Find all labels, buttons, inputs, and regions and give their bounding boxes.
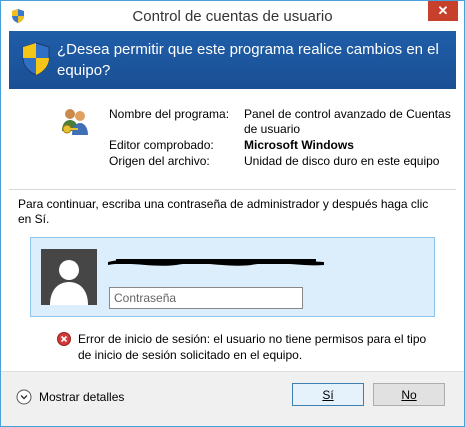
question-banner: ¿Desea permitir que este programa realic…: [9, 31, 456, 89]
publisher-row: Editor comprobado: Microsoft Windows: [109, 138, 449, 153]
uac-dialog: Control de cuentas de usuario ✕ ¿Desea p…: [0, 0, 465, 427]
file-origin-value: Unidad de disco duro en este equipo: [244, 154, 440, 168]
title-bar[interactable]: Control de cuentas de usuario ✕: [1, 1, 464, 31]
credential-tile[interactable]: [30, 237, 435, 317]
yes-button[interactable]: Sí: [292, 383, 364, 406]
close-icon: ✕: [437, 3, 449, 18]
program-name-label: Nombre del programa:: [109, 107, 230, 121]
instruction-text: Para continuar, escriba una contraseña d…: [18, 197, 429, 226]
no-button-label: No: [401, 387, 417, 402]
show-details-toggle[interactable]: Mostrar detalles: [16, 388, 124, 406]
divider: [9, 189, 456, 190]
yes-button-label: Sí: [322, 387, 334, 402]
user-avatar-icon: [41, 249, 97, 305]
uac-shield-icon: [22, 42, 50, 76]
show-details-label: Mostrar detalles: [39, 390, 125, 404]
publisher-label: Editor comprobado:: [109, 138, 214, 152]
password-input[interactable]: [109, 287, 303, 309]
redacted-username: [108, 258, 324, 266]
error-icon: [57, 332, 71, 346]
consent-question: ¿Desea permitir que este programa realic…: [57, 41, 439, 79]
program-name-value: Panel de control avanzado de Cuentas de …: [244, 107, 451, 136]
program-info: Nombre del programa: Panel de control av…: [9, 89, 456, 189]
publisher-value: Microsoft Windows: [244, 138, 354, 152]
dialog-footer: Mostrar detalles Sí No: [1, 371, 464, 426]
file-origin-row: Origen del archivo: Unidad de disco duro…: [109, 154, 449, 169]
window-title: Control de cuentas de usuario: [132, 8, 333, 25]
chevron-circle-down-icon: [16, 389, 32, 405]
close-button[interactable]: ✕: [428, 1, 458, 21]
file-origin-label: Origen del archivo:: [109, 154, 210, 168]
no-button[interactable]: No: [373, 383, 445, 406]
program-name-row: Nombre del programa: Panel de control av…: [109, 107, 451, 137]
users-key-icon: [62, 109, 88, 135]
error-text: Error de inicio de sesión: el usuario no…: [78, 332, 427, 362]
